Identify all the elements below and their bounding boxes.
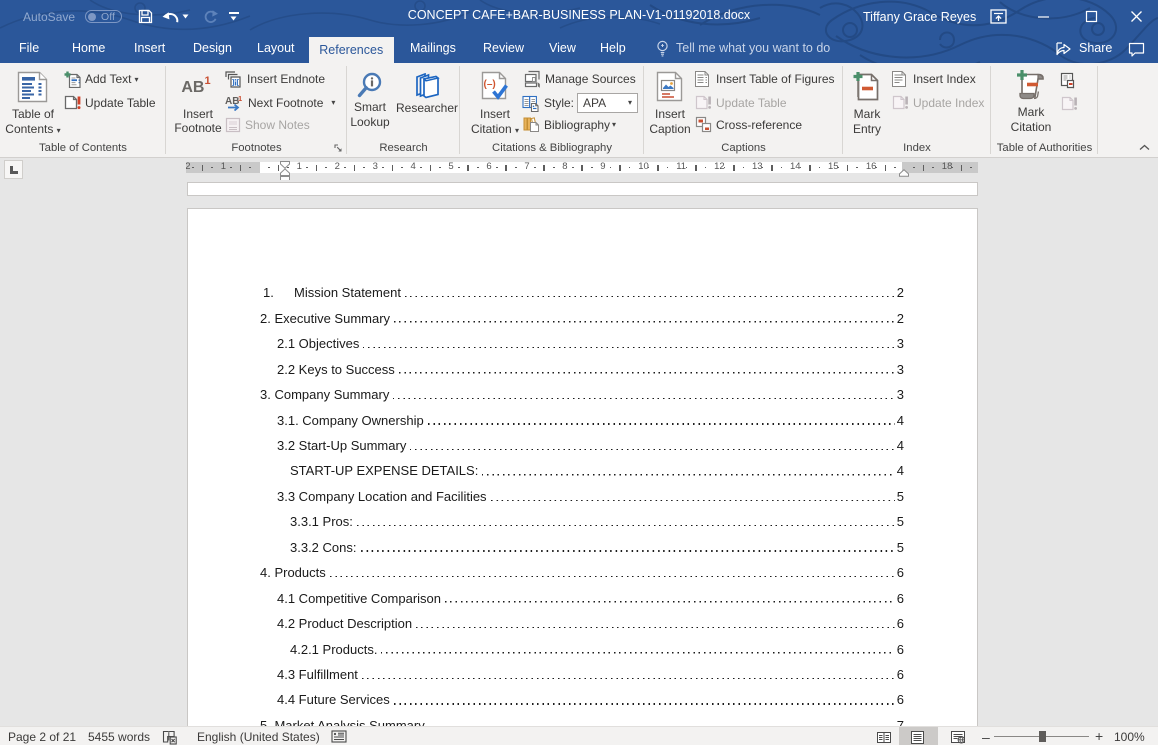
svg-text:(–): (–) <box>484 79 496 90</box>
svg-text:1: 1 <box>238 94 242 103</box>
